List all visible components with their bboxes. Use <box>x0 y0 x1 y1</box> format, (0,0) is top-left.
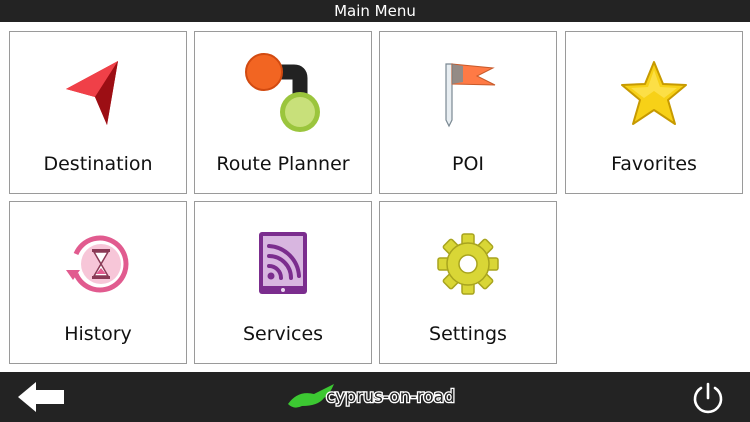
tile-label: History <box>64 323 132 345</box>
tile-label: Destination <box>43 153 153 175</box>
tile-label: Route Planner <box>216 153 350 175</box>
cyprus-on-road-logo: cyprus-on-road <box>284 380 470 414</box>
tile-label: Settings <box>429 323 507 345</box>
tile-services[interactable]: Services <box>194 201 372 364</box>
window-title: Main Menu <box>334 2 416 20</box>
tile-destination[interactable]: Destination <box>9 31 187 194</box>
destination-arrow-icon <box>10 54 186 134</box>
tile-favorites[interactable]: Favorites <box>565 31 743 194</box>
history-hourglass-icon <box>10 224 186 304</box>
title-bar: Main Menu <box>0 0 750 22</box>
poi-flag-icon <box>380 54 556 134</box>
back-button[interactable] <box>16 380 68 414</box>
tile-history[interactable]: History <box>9 201 187 364</box>
route-planner-icon <box>195 53 371 134</box>
main-menu-screen: Main Menu Destination Route Planner POI … <box>0 0 750 422</box>
tile-poi[interactable]: POI <box>379 31 557 194</box>
logo-text: cyprus-on-road <box>326 387 455 407</box>
bottom-bar: cyprus-on-road <box>0 372 750 422</box>
services-tablet-icon <box>195 224 371 304</box>
tile-label: POI <box>451 153 485 175</box>
tile-label: Services <box>242 323 324 345</box>
star-icon <box>566 54 742 134</box>
power-icon <box>693 382 723 414</box>
tile-settings[interactable]: Settings <box>379 201 557 364</box>
back-arrow-icon <box>18 382 64 412</box>
tile-route-planner[interactable]: Route Planner <box>194 31 372 194</box>
power-button[interactable] <box>690 380 726 416</box>
tile-label: Favorites <box>611 153 697 175</box>
gear-icon <box>380 224 556 304</box>
